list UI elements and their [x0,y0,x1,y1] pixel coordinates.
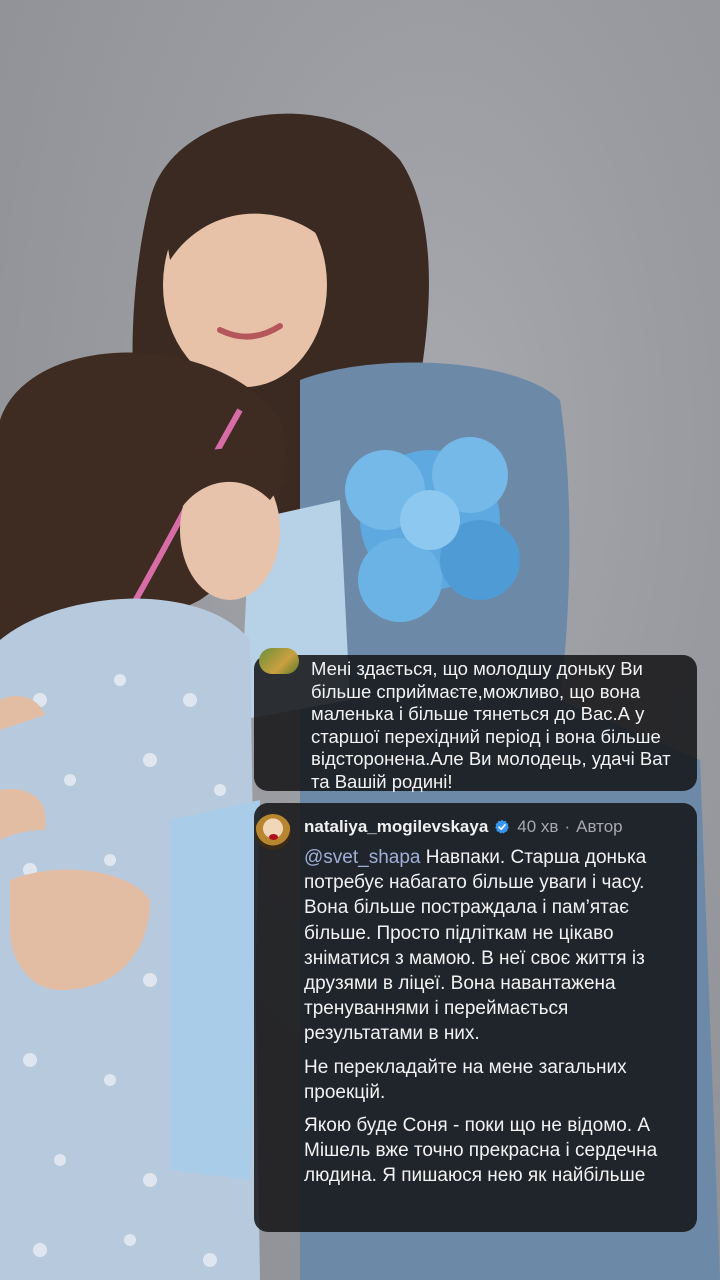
reply-time: 40 хв [517,817,559,836]
reply-username: nataliya_mogilevskaya [304,817,489,836]
comment-text: Мені здається, що молодшу доньку Ви біль… [311,658,671,792]
reply-body: @svet_shapa Навпаки. Старша донька потре… [304,845,688,1197]
reply-paragraph-3: Якою буде Соня - поки що не відомо. А Мі… [304,1115,658,1187]
author-label: Автор [576,817,623,836]
meta-separator: · [564,817,571,836]
reply-paragraph-1: @svet_shapa Навпаки. Старша донька потре… [304,845,688,1047]
commenter-avatar [259,648,299,674]
reply-paragraph-2: Не перекладайте на мене загальних проекц… [304,1056,627,1103]
verified-badge-icon [495,819,510,834]
reply-header: nataliya_mogilevskaya 40 хв · Автор [304,815,623,839]
mention-link[interactable]: @svet_shapa [304,847,420,868]
reply-paragraph-1-text: Навпаки. Старша донька потребує набагато… [304,847,647,1045]
author-avatar [255,814,291,850]
